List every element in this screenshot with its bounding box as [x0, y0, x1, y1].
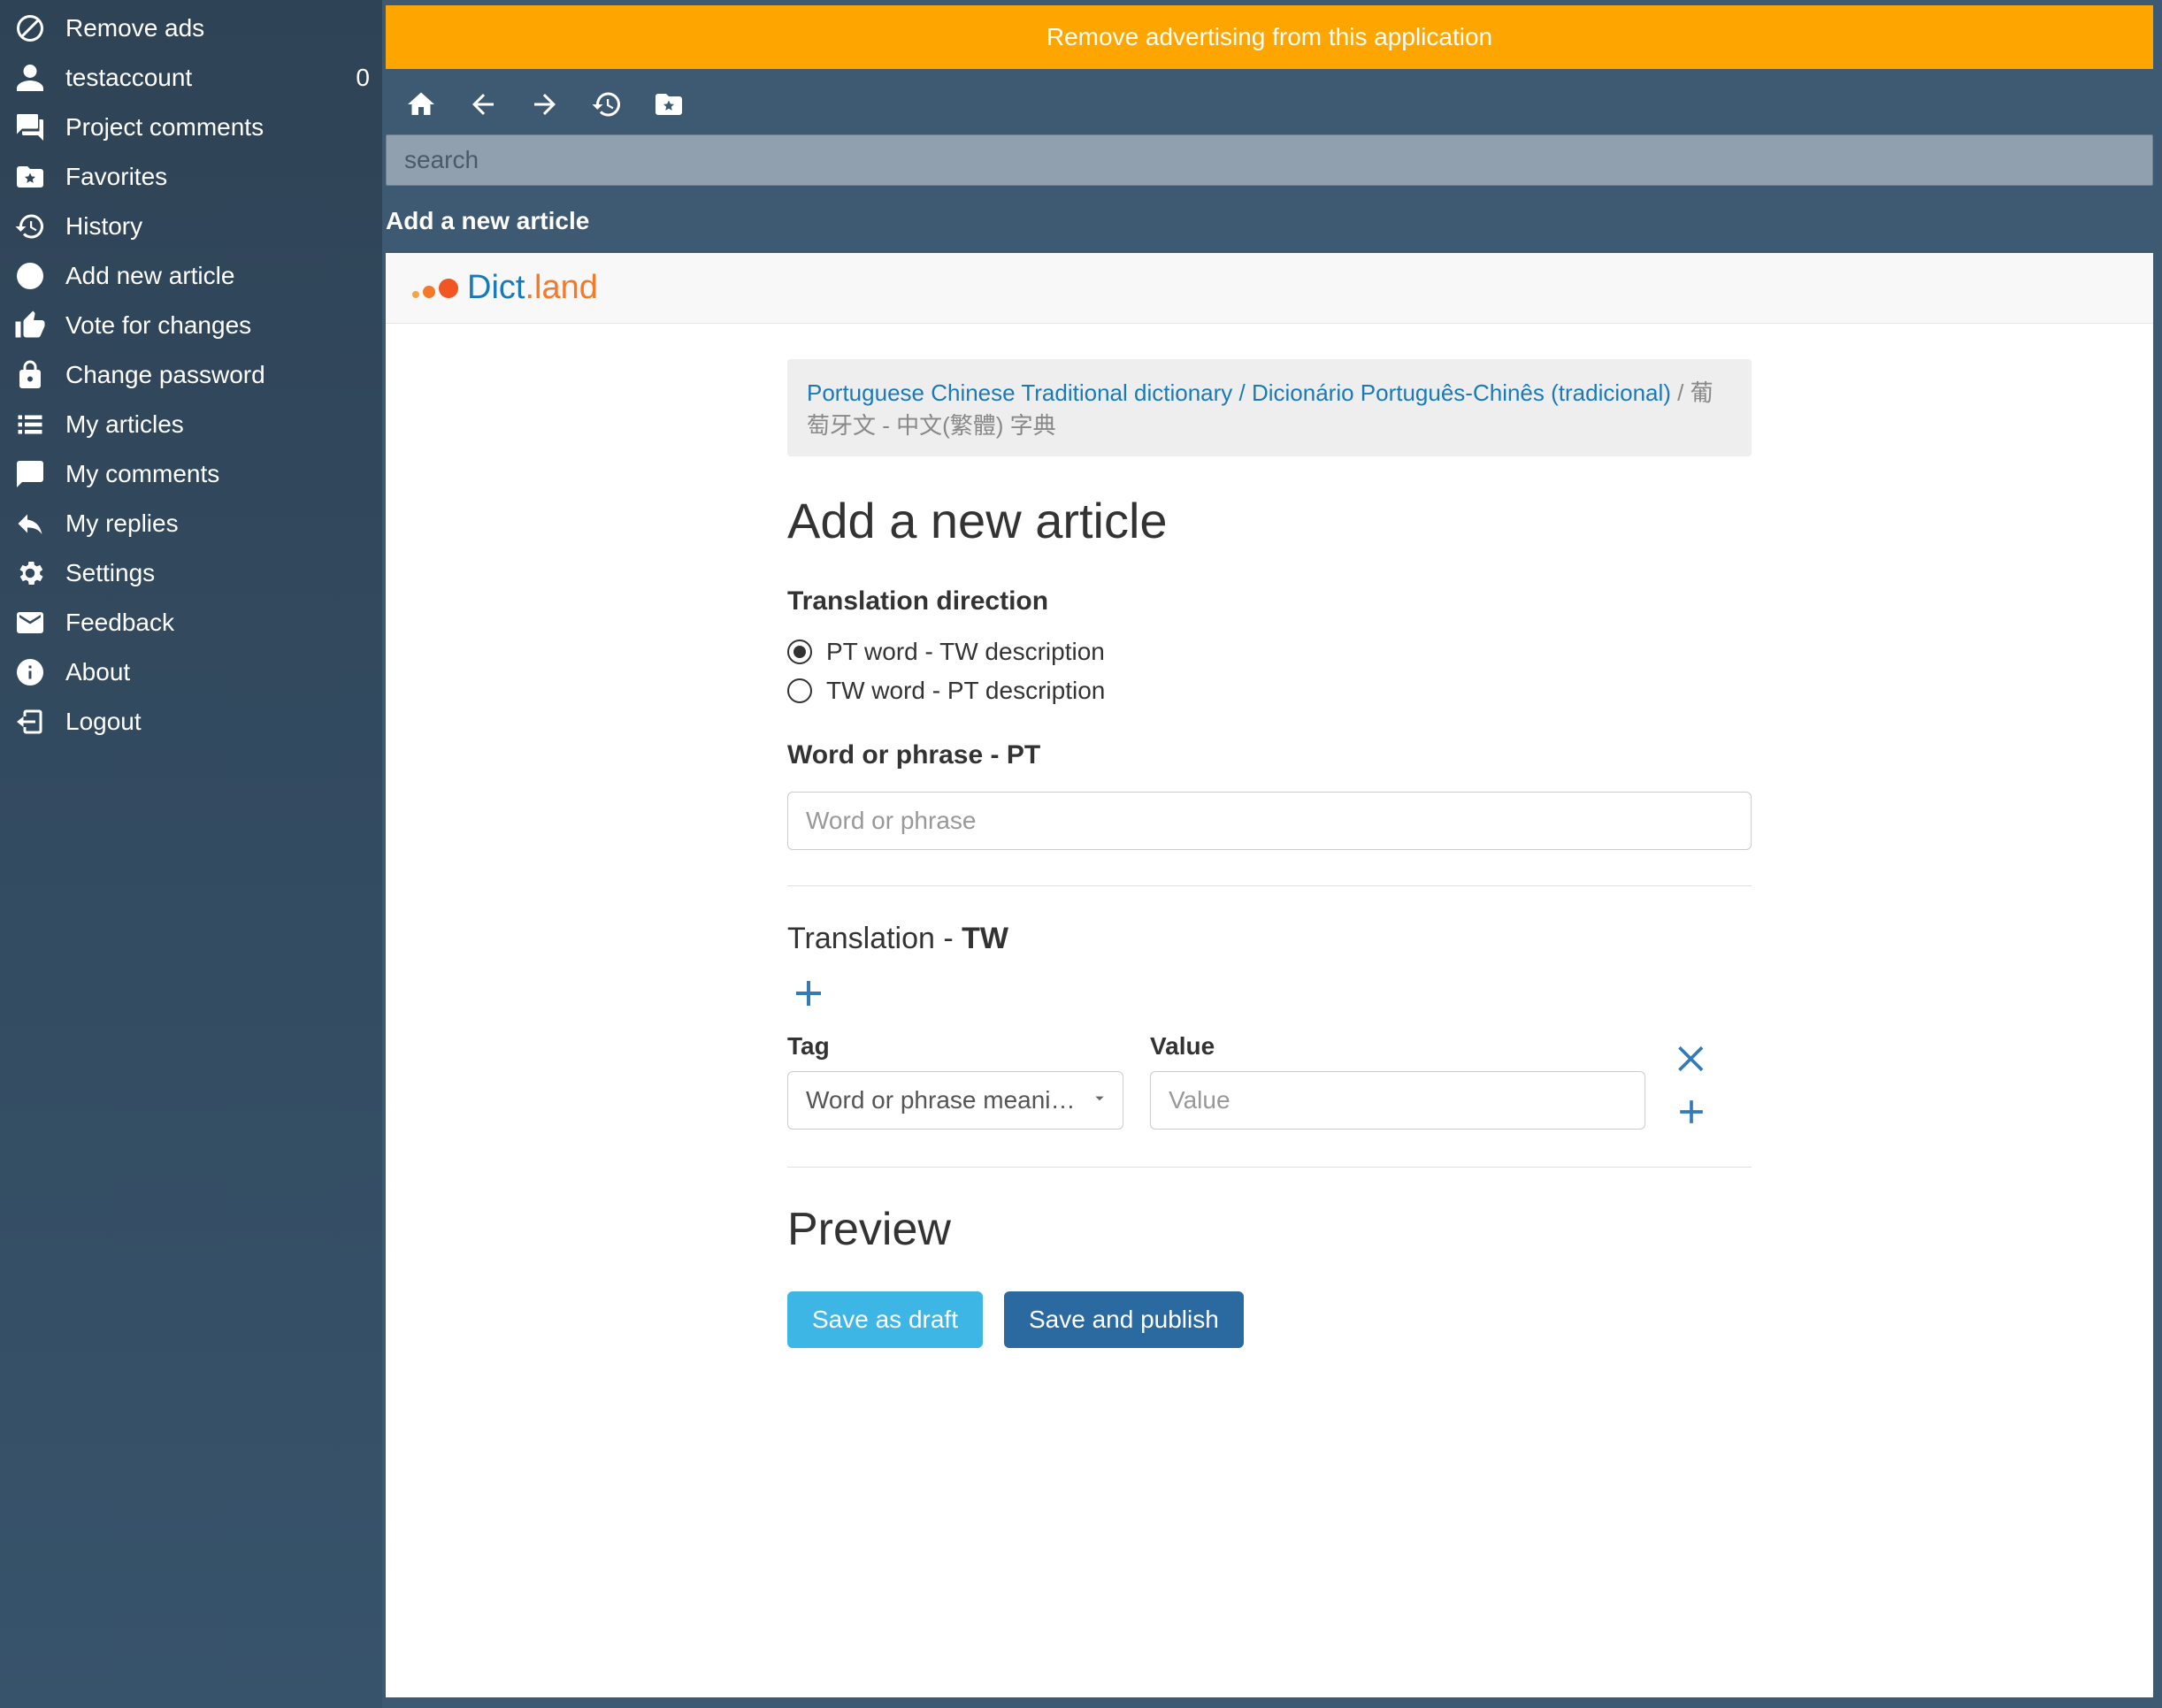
- radio-label: TW word - PT description: [826, 677, 1105, 705]
- refresh-icon: [2116, 1659, 2148, 1691]
- sidebar-item-my-articles[interactable]: My articles: [0, 400, 382, 449]
- sidebar-item-label: History: [65, 212, 370, 241]
- add-translation-button[interactable]: [787, 972, 830, 1015]
- arrow-right-icon: [529, 88, 561, 120]
- gear-icon: [11, 554, 50, 593]
- save-publish-button[interactable]: Save and publish: [1004, 1291, 1244, 1348]
- sidebar-item-label: Vote for changes: [65, 311, 370, 340]
- search-wrap: [382, 134, 2157, 193]
- history-icon: [591, 88, 623, 120]
- sidebar-item-about[interactable]: About: [0, 647, 382, 697]
- value-input[interactable]: [1150, 1071, 1645, 1130]
- home-icon: [405, 88, 437, 120]
- sidebar-item-label: My articles: [65, 410, 370, 439]
- sidebar-item-label: Change password: [65, 361, 370, 389]
- radio-tw-pt[interactable]: TW word - PT description: [787, 677, 1752, 705]
- info-icon: [11, 653, 50, 692]
- brand-dots-icon: [412, 279, 458, 298]
- brand-name-b: .land: [525, 269, 597, 306]
- content-frame: Dict.land Portuguese Chinese Traditional…: [386, 253, 2153, 1697]
- translation-label: Translation - TW: [787, 922, 1752, 956]
- radio-icon: [787, 640, 812, 664]
- sidebar-item-label: testaccount: [65, 64, 356, 92]
- sidebar-item-label: My comments: [65, 460, 370, 488]
- sidebar-item-remove-ads[interactable]: Remove ads: [0, 4, 382, 53]
- breadcrumb-sep: /: [1671, 379, 1690, 406]
- search-input[interactable]: [386, 134, 2153, 186]
- radio-label: PT word - TW description: [826, 638, 1105, 666]
- sidebar-item-add-article[interactable]: Add new article: [0, 251, 382, 301]
- plus-icon: [1672, 1092, 1711, 1131]
- folder-star-icon: [11, 157, 50, 196]
- block-icon: [11, 9, 50, 48]
- sidebar-item-label: Feedback: [65, 609, 370, 637]
- back-button[interactable]: [465, 87, 501, 122]
- plus-icon: [787, 972, 830, 1015]
- list-icon: [11, 405, 50, 444]
- brand-logo[interactable]: Dict.land: [412, 269, 598, 307]
- tag-row: Tag Value: [787, 1032, 1752, 1131]
- history-button[interactable]: [589, 87, 625, 122]
- tag-col-label: Tag: [787, 1032, 1123, 1061]
- radio-pt-tw[interactable]: PT word - TW description: [787, 638, 1752, 666]
- sidebar-item-project-comments[interactable]: Project comments: [0, 103, 382, 152]
- save-draft-button[interactable]: Save as draft: [787, 1291, 983, 1348]
- sidebar-item-vote[interactable]: Vote for changes: [0, 301, 382, 350]
- favorites-button[interactable]: [651, 87, 686, 122]
- brand-bar: Dict.land: [386, 253, 2153, 324]
- home-button[interactable]: [403, 87, 439, 122]
- sidebar-item-label: Project comments: [65, 113, 370, 142]
- sidebar-item-settings[interactable]: Settings: [0, 548, 382, 598]
- form-title: Add a new article: [787, 492, 1752, 549]
- account-badge: 0: [356, 64, 370, 92]
- history-icon: [11, 207, 50, 246]
- thumbs-icon: [11, 306, 50, 345]
- sidebar-item-my-comments[interactable]: My comments: [0, 449, 382, 499]
- radio-icon: [787, 678, 812, 703]
- comment-icon: [11, 455, 50, 494]
- sidebar-item-my-replies[interactable]: My replies: [0, 499, 382, 548]
- brand-name-a: Dict: [467, 269, 525, 306]
- remove-ads-banner[interactable]: Remove advertising from this application: [386, 5, 2153, 69]
- add-tag-button[interactable]: [1672, 1092, 1711, 1131]
- main-panel: Remove advertising from this application…: [382, 0, 2162, 1708]
- sidebar-item-logout[interactable]: Logout: [0, 697, 382, 747]
- arrow-left-icon: [467, 88, 499, 120]
- sidebar-item-account[interactable]: testaccount 0: [0, 53, 382, 103]
- forward-button[interactable]: [527, 87, 563, 122]
- forum-icon: [11, 108, 50, 147]
- sidebar-item-label: Favorites: [65, 163, 370, 191]
- sidebar-item-label: Remove ads: [65, 14, 370, 42]
- page-title: Add a new article: [382, 193, 2157, 253]
- sidebar-item-label: Add new article: [65, 262, 370, 290]
- refresh-button[interactable]: [2116, 1659, 2148, 1696]
- mail-icon: [11, 603, 50, 642]
- sidebar-item-feedback[interactable]: Feedback: [0, 598, 382, 647]
- sidebar-item-change-password[interactable]: Change password: [0, 350, 382, 400]
- preview-heading: Preview: [787, 1203, 1752, 1256]
- folder-star-icon: [653, 88, 685, 120]
- sidebar-item-label: About: [65, 658, 370, 686]
- breadcrumb: Portuguese Chinese Traditional dictionar…: [787, 359, 1752, 456]
- remove-tag-button[interactable]: [1672, 1039, 1711, 1078]
- sidebar-item-history[interactable]: History: [0, 202, 382, 251]
- tag-select[interactable]: [787, 1071, 1123, 1130]
- sidebar-item-label: Settings: [65, 559, 370, 587]
- word-input[interactable]: [787, 792, 1752, 850]
- sidebar-item-label: My replies: [65, 509, 370, 538]
- close-icon: [1672, 1039, 1711, 1078]
- plus-circle-icon: [11, 257, 50, 295]
- lock-icon: [11, 356, 50, 394]
- toolbar: [382, 74, 2157, 134]
- logout-icon: [11, 702, 50, 741]
- word-label: Word or phrase - PT: [787, 740, 1752, 770]
- direction-label: Translation direction: [787, 586, 1752, 617]
- value-col-label: Value: [1150, 1032, 1645, 1061]
- reply-icon: [11, 504, 50, 543]
- person-icon: [11, 58, 50, 97]
- breadcrumb-main[interactable]: Portuguese Chinese Traditional dictionar…: [807, 379, 1671, 406]
- sidebar-item-label: Logout: [65, 708, 370, 736]
- sidebar-item-favorites[interactable]: Favorites: [0, 152, 382, 202]
- sidebar: Remove ads testaccount 0 Project comment…: [0, 0, 382, 1708]
